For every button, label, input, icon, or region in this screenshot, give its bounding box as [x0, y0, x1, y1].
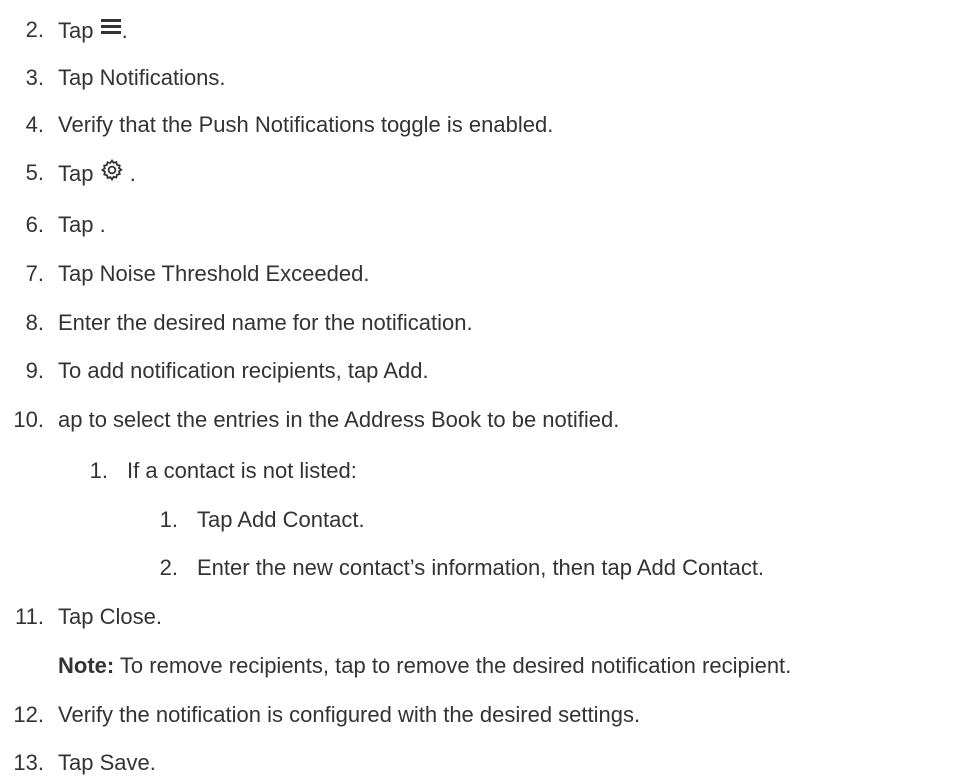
- note-label: Note:: [58, 653, 115, 678]
- step-text-post: .: [123, 161, 136, 187]
- step-text-post: .: [121, 18, 128, 44]
- menu-icon: [100, 15, 122, 47]
- step-text: Tap Save.: [58, 750, 156, 775]
- note: Note: To remove recipients, tap to remov…: [58, 651, 791, 681]
- step-text: Enter the new contact’s information, the…: [197, 555, 765, 580]
- step-number: 12.: [13, 702, 44, 727]
- step-text: Tap Add Contact.: [197, 507, 365, 532]
- step-text: Tap Noise Threshold Exceeded.: [58, 261, 370, 286]
- step-text: Tap .: [58, 212, 106, 237]
- step-number: 6.: [25, 212, 44, 237]
- note-text: To remove recipients, tap to remove the …: [114, 653, 792, 678]
- step-text: If a contact is not listed:: [127, 458, 357, 483]
- step-text-pre: Tap: [58, 18, 100, 44]
- step-text: To add notification recipients, tap Add.: [58, 358, 429, 383]
- step-number: 8.: [25, 310, 44, 335]
- gear-icon: [100, 158, 124, 190]
- step-number: 10.: [13, 407, 44, 432]
- step-number: 2.: [25, 17, 44, 42]
- step-text: Tap Close.: [58, 604, 162, 629]
- step-text: ap to select the entries in the Address …: [58, 407, 620, 432]
- step-number: 11.: [15, 604, 44, 629]
- step-number: 2.: [159, 555, 178, 580]
- step-number: 3.: [25, 65, 44, 90]
- step-text: Tap Notifications.: [58, 65, 226, 90]
- step-number: 1.: [159, 507, 178, 532]
- step-text: Verify the notification is configured wi…: [58, 702, 641, 727]
- step-text: Enter the desired name for the notificat…: [58, 310, 473, 335]
- step-number: 4.: [25, 112, 44, 137]
- step-text: Verify that the Push Notifications toggl…: [58, 112, 554, 137]
- step-number: 5.: [25, 160, 44, 185]
- step-text-pre: Tap: [58, 161, 100, 187]
- step-number: 1.: [89, 458, 108, 483]
- step-number: 9.: [25, 358, 44, 383]
- step-number: 13.: [13, 750, 44, 775]
- step-number: 7.: [25, 261, 44, 286]
